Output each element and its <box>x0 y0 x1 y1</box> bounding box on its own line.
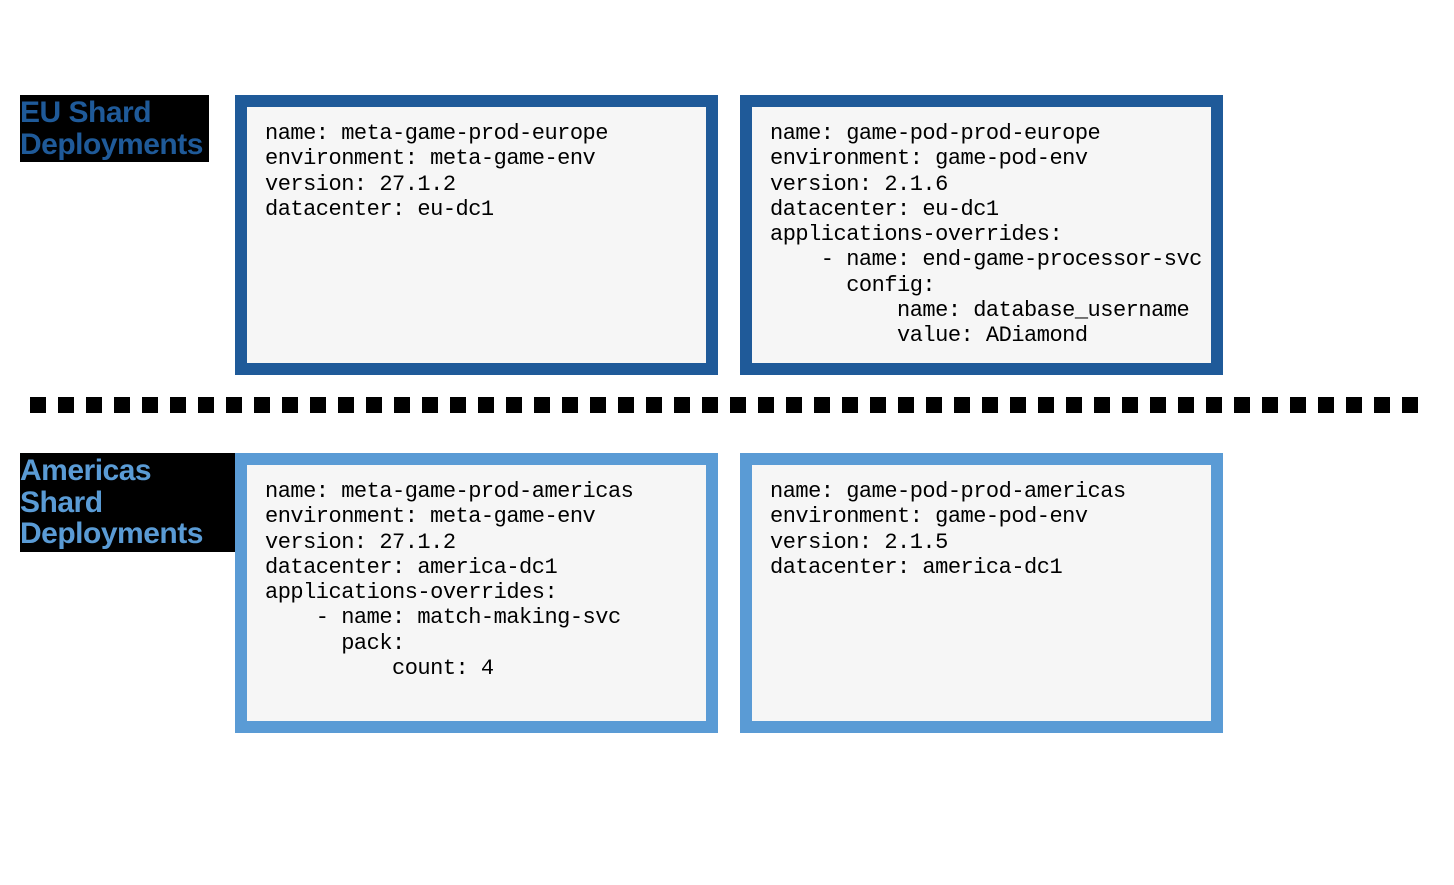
divider-square <box>1318 397 1334 413</box>
divider-square <box>226 397 242 413</box>
divider-square <box>1178 397 1194 413</box>
americas-card-game-pod: name: game-pod-prod-americas environment… <box>740 453 1223 733</box>
divider-square <box>1346 397 1362 413</box>
americas-card-meta-game-yaml: name: meta-game-prod-americas environmen… <box>265 479 688 681</box>
eu-card-game-pod: name: game-pod-prod-europe environment: … <box>740 95 1223 375</box>
americas-label-container: Americas Shard Deployments <box>20 453 235 552</box>
divider-square <box>170 397 186 413</box>
divider-square <box>282 397 298 413</box>
divider-square <box>1066 397 1082 413</box>
divider-square <box>366 397 382 413</box>
divider-square <box>618 397 634 413</box>
divider-square <box>58 397 74 413</box>
americas-card-meta-game: name: meta-game-prod-americas environmen… <box>235 453 718 733</box>
divider-square <box>86 397 102 413</box>
eu-card-meta-game: name: meta-game-prod-europe environment:… <box>235 95 718 375</box>
eu-label: EU Shard Deployments <box>20 95 209 162</box>
divider-square <box>1206 397 1222 413</box>
eu-label-line1: EU Shard <box>20 97 203 129</box>
divider-square <box>646 397 662 413</box>
divider-square <box>1122 397 1138 413</box>
divider-square <box>702 397 718 413</box>
divider-square <box>422 397 438 413</box>
divider-square <box>870 397 886 413</box>
divider-square <box>1038 397 1054 413</box>
divider-square <box>1374 397 1390 413</box>
divider-square <box>114 397 130 413</box>
divider-square <box>1094 397 1110 413</box>
divider-square <box>1234 397 1250 413</box>
divider-square <box>506 397 522 413</box>
divider-square <box>1262 397 1278 413</box>
divider-square <box>758 397 774 413</box>
divider-square <box>982 397 998 413</box>
divider-square <box>1010 397 1026 413</box>
divider-square <box>310 397 326 413</box>
americas-label-line1: Americas Shard <box>20 455 229 518</box>
divider-square <box>1290 397 1306 413</box>
eu-card-game-pod-yaml: name: game-pod-prod-europe environment: … <box>770 121 1193 349</box>
divider-square <box>1402 397 1418 413</box>
divider-square <box>786 397 802 413</box>
divider-square <box>30 397 46 413</box>
divider-square <box>674 397 690 413</box>
divider-square <box>198 397 214 413</box>
americas-cards: name: meta-game-prod-americas environmen… <box>235 453 1223 733</box>
divider-square <box>478 397 494 413</box>
divider-square <box>562 397 578 413</box>
divider-square <box>842 397 858 413</box>
eu-label-line2: Deployments <box>20 129 203 161</box>
americas-section: Americas Shard Deployments name: meta-ga… <box>0 413 1454 733</box>
divider-square <box>1150 397 1166 413</box>
divider-square <box>142 397 158 413</box>
divider-square <box>534 397 550 413</box>
americas-label-line2: Deployments <box>20 518 229 550</box>
divider-square <box>590 397 606 413</box>
americas-label: Americas Shard Deployments <box>20 453 235 552</box>
eu-card-meta-game-yaml: name: meta-game-prod-europe environment:… <box>265 121 688 222</box>
eu-label-container: EU Shard Deployments <box>20 95 235 162</box>
divider-square <box>338 397 354 413</box>
divider-square <box>926 397 942 413</box>
divider-square <box>814 397 830 413</box>
divider-square <box>450 397 466 413</box>
divider-square <box>730 397 746 413</box>
divider-square <box>394 397 410 413</box>
eu-section: EU Shard Deployments name: meta-game-pro… <box>0 0 1454 375</box>
divider-square <box>254 397 270 413</box>
divider-square <box>898 397 914 413</box>
eu-cards: name: meta-game-prod-europe environment:… <box>235 95 1223 375</box>
divider <box>0 375 1420 413</box>
divider-square <box>954 397 970 413</box>
americas-card-game-pod-yaml: name: game-pod-prod-americas environment… <box>770 479 1193 580</box>
